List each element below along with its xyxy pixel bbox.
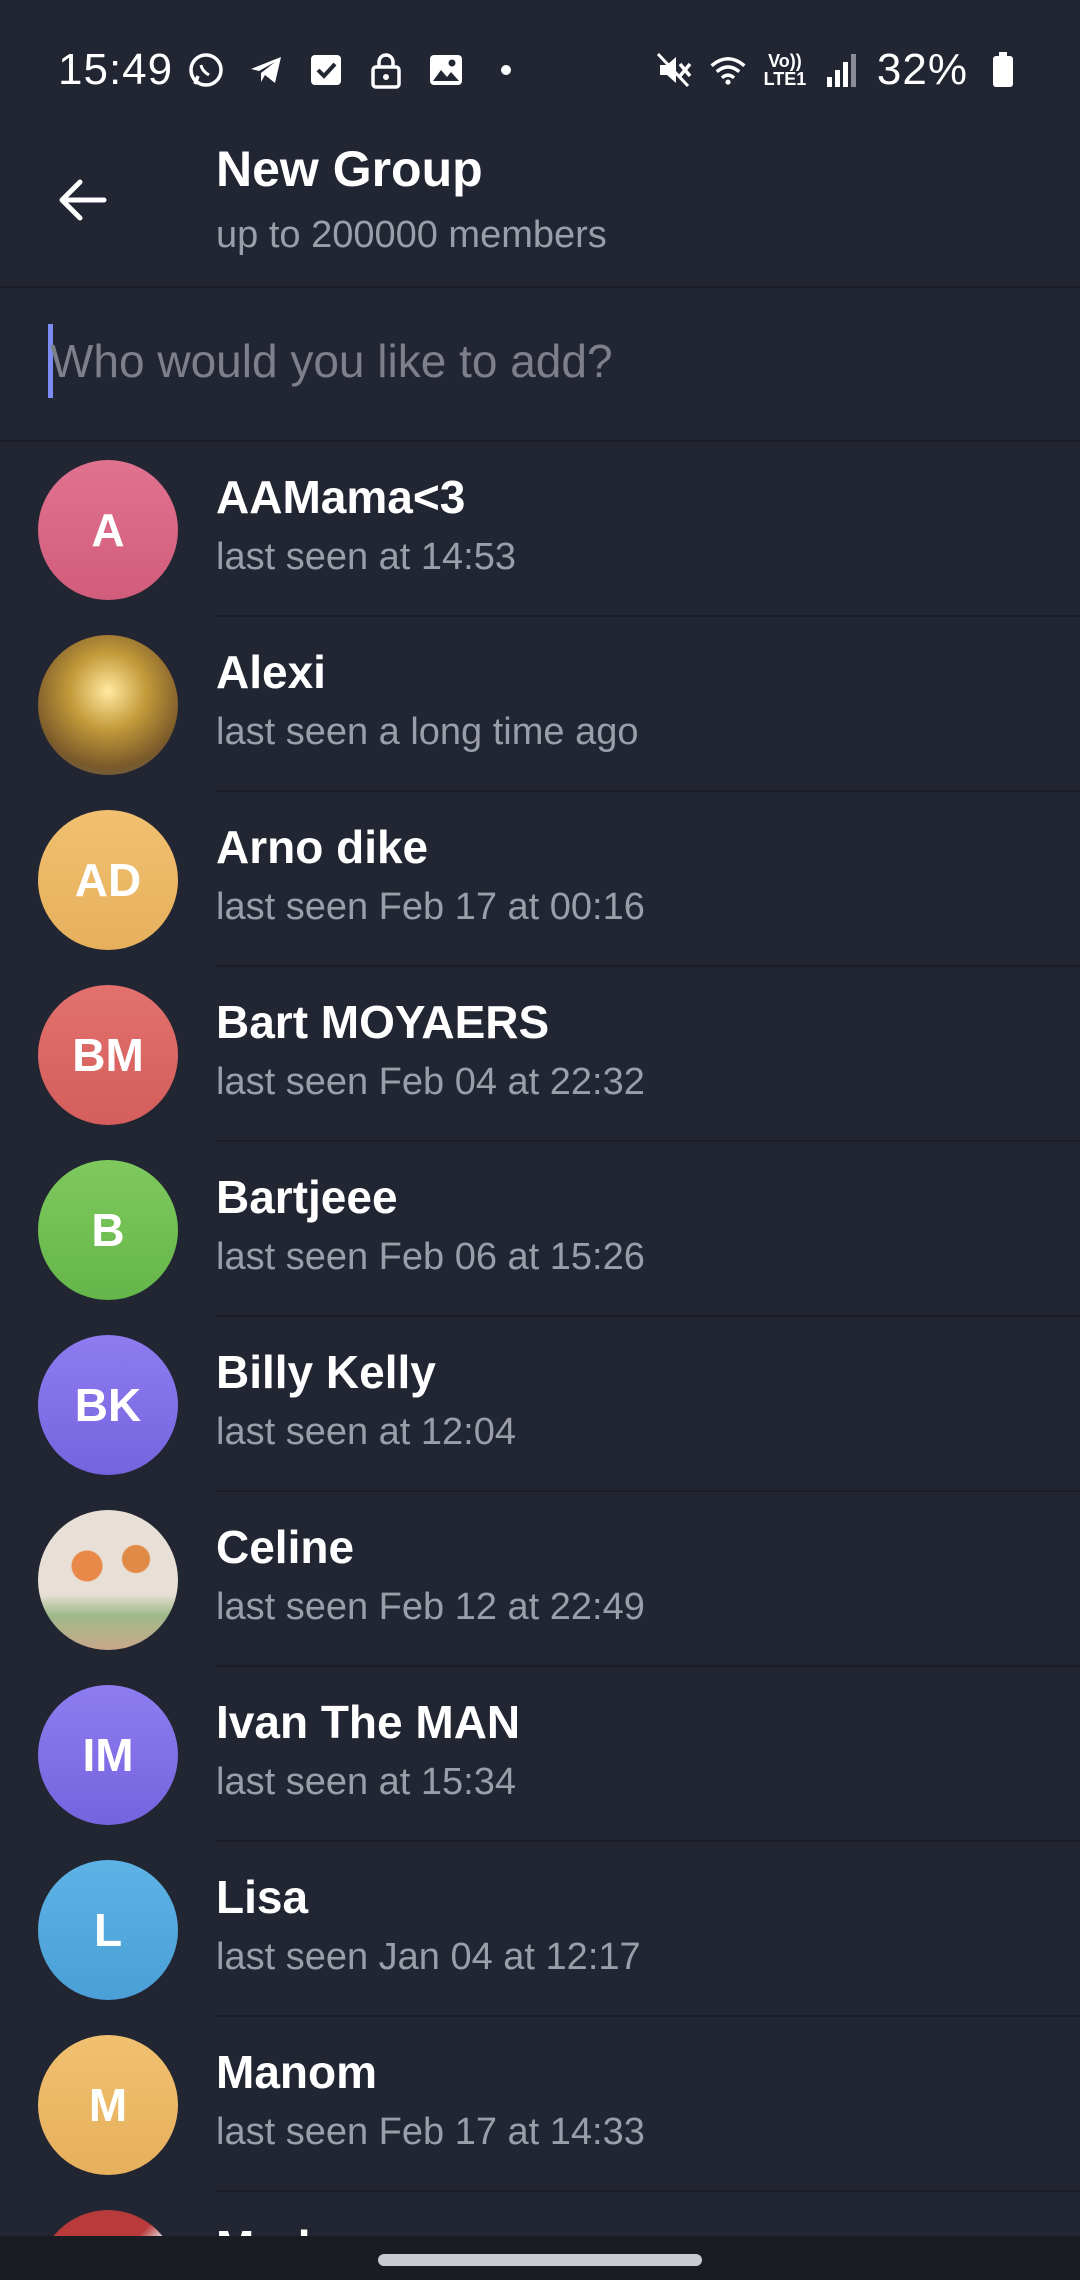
avatar-initials: B (91, 1204, 125, 1256)
contact-avatar: AD (38, 810, 178, 950)
page-title: New Group (216, 141, 483, 197)
avatar-initials: L (93, 1904, 123, 1956)
contact-row[interactable]: L Lisa last seen Jan 04 at 12:17 (0, 1842, 1080, 2017)
contact-avatar: BM (38, 985, 178, 1125)
mute-icon (655, 51, 693, 89)
contact-list: A AAMama<3 last seen at 14:53 Alexi last see… (0, 442, 1080, 2280)
avatar-initials: M (88, 2079, 128, 2131)
contact-avatar-photo (38, 635, 178, 775)
contact-name: Billy Kelly (216, 1346, 436, 1398)
search-input[interactable] (50, 316, 1030, 406)
new-group-screen: 15:49 Vo)) LTE1 32% New Group up to 2000… (0, 0, 1080, 2280)
signal-icon (823, 51, 861, 89)
contact-name: Arno dike (216, 821, 429, 873)
image-icon (427, 51, 465, 89)
app-bar: New Group up to 200000 members (0, 130, 1080, 286)
battery-icon (984, 51, 1022, 89)
contact-name: Lisa (216, 1871, 309, 1923)
contact-row[interactable]: BM Bart MOYAERS last seen Feb 04 at 22:32 (0, 967, 1080, 1142)
contact-last-seen: last seen Jan 04 at 12:17 (216, 1936, 641, 1978)
contact-row[interactable]: Celine last seen Feb 12 at 22:49 (0, 1492, 1080, 1667)
contact-avatar: M (38, 2035, 178, 2175)
contact-name: Manom (216, 2046, 377, 2098)
avatar-initials: BM (72, 1029, 144, 1081)
telegram-icon (247, 51, 285, 89)
contact-avatar: IM (38, 1685, 178, 1825)
whatsapp-icon (187, 51, 225, 89)
contact-name: AAMama<3 (216, 471, 466, 523)
contact-last-seen: last seen Feb 04 at 22:32 (216, 1061, 645, 1103)
contact-last-seen: last seen Feb 17 at 14:33 (216, 2111, 645, 2153)
contact-last-seen: last seen at 12:04 (216, 1411, 516, 1453)
volte-icon: Vo)) LTE1 (763, 51, 807, 89)
status-bar: 15:49 Vo)) LTE1 32% (0, 0, 1080, 140)
contact-row[interactable]: B Bartjeee last seen Feb 06 at 15:26 (0, 1142, 1080, 1317)
contact-avatar: BK (38, 1335, 178, 1475)
contact-last-seen: last seen at 14:53 (216, 536, 516, 578)
home-gesture-handle[interactable] (378, 2254, 702, 2266)
arrow-left-icon (59, 179, 107, 221)
page-subtitle: up to 200000 members (216, 214, 607, 256)
contact-last-seen: last seen Feb 17 at 00:16 (216, 886, 645, 928)
lock-icon (367, 51, 405, 89)
contact-row[interactable]: IM Ivan The MAN last seen at 15:34 (0, 1667, 1080, 1842)
avatar-initials: BK (74, 1379, 142, 1431)
contact-name: Celine (216, 1521, 355, 1573)
contact-avatar: A (38, 460, 178, 600)
search-bar (0, 288, 1080, 440)
notification-icons (187, 51, 525, 89)
contact-name: Alexi (216, 646, 326, 698)
contact-last-seen: last seen at 15:34 (216, 1761, 516, 1803)
back-button[interactable] (42, 160, 122, 240)
contact-last-seen: last seen Feb 06 at 15:26 (216, 1236, 645, 1278)
system-nav-bar (0, 2236, 1080, 2280)
contact-row[interactable]: Alexi last seen a long time ago (0, 617, 1080, 792)
contact-row[interactable]: M Manom last seen Feb 17 at 14:33 (0, 2017, 1080, 2192)
status-time: 15:49 (58, 45, 174, 94)
avatar-initials: A (91, 504, 125, 556)
contact-name: Ivan The MAN (216, 1696, 521, 1748)
contact-name: Bart MOYAERS (216, 996, 550, 1048)
battery-percentage: 32% (876, 45, 968, 94)
contact-avatar: B (38, 1160, 178, 1300)
contact-last-seen: last seen Feb 12 at 22:49 (216, 1586, 645, 1628)
wifi-icon (709, 51, 747, 89)
contact-row[interactable]: BK Billy Kelly last seen at 12:04 (0, 1317, 1080, 1492)
system-icons: Vo)) LTE1 32% (655, 45, 1022, 95)
dot-icon (487, 51, 525, 89)
avatar-initials: AD (74, 854, 142, 906)
checkbox-icon (307, 51, 345, 89)
contact-row[interactable]: AD Arno dike last seen Feb 17 at 00:16 (0, 792, 1080, 967)
contact-row[interactable]: A AAMama<3 last seen at 14:53 (0, 442, 1080, 617)
avatar-initials: IM (82, 1729, 134, 1781)
contact-last-seen: last seen a long time ago (216, 711, 639, 753)
contact-avatar-photo (38, 1510, 178, 1650)
contact-name: Bartjeee (216, 1171, 398, 1223)
contact-avatar: L (38, 1860, 178, 2000)
